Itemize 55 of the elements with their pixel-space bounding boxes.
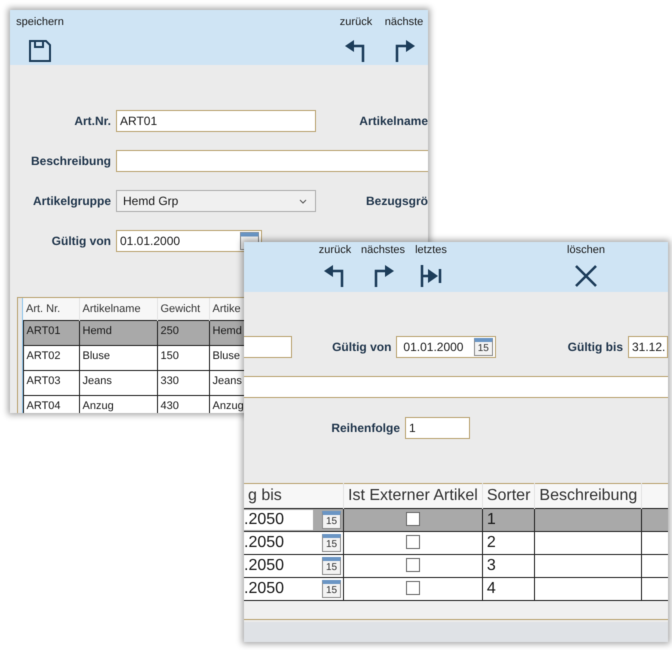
- skip-to-end-icon: [419, 264, 443, 288]
- table-cell: 1: [482, 508, 535, 532]
- button-label[interactable]: nächste: [384, 16, 424, 29]
- table-cell: Jeans: [79, 370, 157, 395]
- column-header[interactable]: Artikelname: [79, 298, 157, 320]
- table-cell: 3: [482, 554, 535, 578]
- button-label[interactable]: zurück: [340, 16, 372, 29]
- calendar-button[interactable]: 15: [474, 338, 493, 356]
- field-label: Artikelname: [358, 114, 428, 128]
- button-label[interactable]: zurück: [318, 244, 352, 257]
- table-cell: ART01: [23, 320, 79, 345]
- field-label: Gültig von: [50, 234, 111, 248]
- checkbox[interactable]: [406, 558, 420, 572]
- button-label[interactable]: nächstes: [360, 244, 406, 257]
- column-header[interactable]: Beschreibung: [534, 484, 642, 508]
- text-field[interactable]: 1: [405, 417, 470, 439]
- table-cell: Bluse: [79, 345, 157, 370]
- field-label: Reihenfolge: [330, 421, 400, 435]
- field-label: Gültig von: [331, 340, 392, 354]
- dropdown-value: Hemd Grp: [123, 193, 178, 209]
- text-field[interactable]: [244, 336, 292, 358]
- field-label: Gültig bis: [566, 340, 623, 354]
- field-label: Bezugsgrö: [364, 194, 428, 208]
- table-cell: ART02: [23, 345, 79, 370]
- column-header[interactable]: Ist Externer Artikel: [344, 484, 482, 508]
- field-label: Artikelgruppe: [32, 194, 111, 208]
- column-header[interactable]: g bis: [244, 484, 344, 508]
- button-label[interactable]: letztes: [415, 244, 447, 257]
- button-label[interactable]: löschen: [567, 244, 605, 257]
- table-cell: ART03: [23, 370, 79, 395]
- text-field[interactable]: [244, 376, 668, 398]
- dropdown[interactable]: Hemd Grp: [116, 190, 316, 212]
- checkbox[interactable]: [406, 535, 420, 549]
- table-cell: ART04: [23, 395, 79, 413]
- column-header[interactable]: Sorter: [482, 484, 535, 508]
- field-label: Art.Nr.: [73, 114, 111, 128]
- table-cell: Hemd: [79, 320, 157, 345]
- checkbox[interactable]: [406, 512, 420, 526]
- column-header[interactable]: Art. Nr.: [23, 298, 79, 320]
- close-icon: [574, 264, 598, 288]
- table-cell: 150: [157, 345, 209, 370]
- column-header[interactable]: Gewicht: [157, 298, 209, 320]
- text-field[interactable]: [116, 150, 428, 172]
- date-field[interactable]: 01.01.2000: [400, 339, 464, 355]
- button-label[interactable]: speichern: [16, 16, 64, 29]
- table-cell: 330: [157, 370, 209, 395]
- text-field[interactable]: 31.12.: [628, 336, 668, 358]
- caret-icon: [299, 198, 307, 204]
- table-cell: 2: [482, 532, 535, 554]
- column-header[interactable]: Artike: [209, 298, 244, 320]
- table-cell: Hemd: [209, 320, 244, 345]
- table-cell: 250: [157, 320, 209, 345]
- checkbox[interactable]: [406, 581, 420, 595]
- text-field[interactable]: ART01: [116, 110, 316, 132]
- field-label: Beschreibung: [30, 154, 111, 168]
